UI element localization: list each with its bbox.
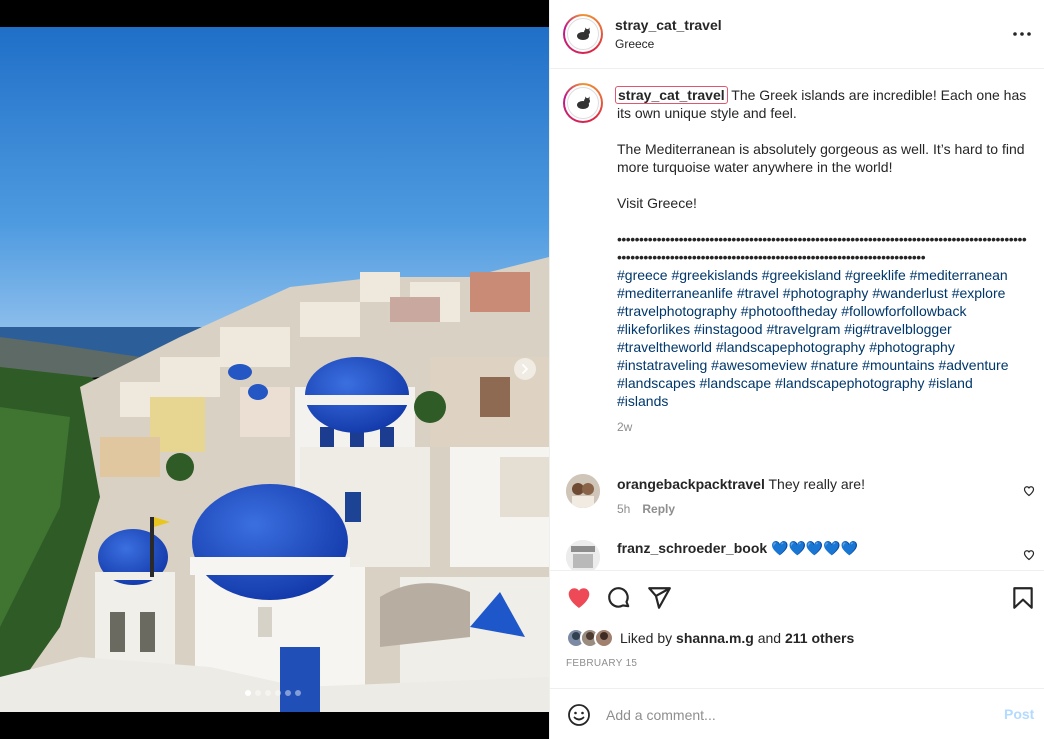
likes-summary: Liked by shanna.m.g and 211 others <box>566 626 854 650</box>
share-icon <box>646 587 672 615</box>
caption-avatar[interactable] <box>563 83 603 123</box>
hashtag-link[interactable]: #travel <box>737 285 779 301</box>
author-avatar[interactable] <box>563 14 603 54</box>
post-panel: stray_cat_travel Greece stray_cat_travel <box>549 0 1044 739</box>
comment-input[interactable] <box>606 703 986 727</box>
liker-username[interactable]: shanna.m.g <box>676 630 754 646</box>
commenter-username[interactable]: franz_schroeder_book <box>617 540 767 556</box>
likes-count[interactable]: 211 others <box>785 630 854 646</box>
hashtag-link[interactable]: #landscapes <box>617 375 696 391</box>
likes-connector: and <box>757 630 782 646</box>
carousel-indicators <box>245 690 301 696</box>
comment-icon <box>606 587 632 615</box>
likes-text[interactable]: Liked by shanna.m.g and 211 others <box>620 630 854 646</box>
post-media <box>0 0 549 739</box>
caption-paragraph: The Mediterranean is absolutely gorgeous… <box>617 141 1025 175</box>
hashtag-link[interactable]: #greece <box>617 267 668 283</box>
emoji-button[interactable] <box>567 703 591 727</box>
hashtag-link[interactable]: #travelphotography <box>617 303 737 319</box>
hashtag-link[interactable]: #explore <box>952 285 1006 301</box>
comments-scroll[interactable]: stray_cat_travel The Greek islands are i… <box>550 70 1044 570</box>
comment-text: 💙💙💙💙💙 <box>771 540 859 556</box>
hashtag-link[interactable]: #mountains <box>862 357 934 373</box>
heart-outline-icon <box>1023 548 1035 565</box>
carousel-dot <box>255 690 261 696</box>
post-comment-button[interactable]: Post <box>1004 706 1034 722</box>
hashtag-link[interactable]: #nature <box>811 357 858 373</box>
reply-button[interactable]: Reply <box>642 502 675 516</box>
hashtag-link[interactable]: #awesomeview <box>711 357 807 373</box>
save-button[interactable] <box>1010 585 1036 611</box>
post-location[interactable]: Greece <box>615 37 654 51</box>
hashtag-link[interactable]: #traveltheworld <box>617 339 712 355</box>
chevron-right-icon <box>520 364 530 374</box>
hashtag-link[interactable]: #landscapephotography <box>716 339 865 355</box>
hashtag-link[interactable]: #photography <box>869 339 955 355</box>
commenter-username[interactable]: orangebackpacktravel <box>617 476 765 492</box>
commenter-avatar[interactable] <box>566 474 600 508</box>
next-slide-button[interactable] <box>514 358 536 380</box>
comment-age: 5h <box>617 502 631 516</box>
post-header: stray_cat_travel Greece <box>550 0 1044 69</box>
comment-body: orangebackpacktravel They really are! <box>617 476 865 492</box>
hashtag-link[interactable]: #instatraveling <box>617 357 707 373</box>
share-button[interactable] <box>646 585 672 611</box>
hashtag-link[interactable]: #greeklife <box>845 267 906 283</box>
hashtag-link[interactable]: #mediterraneanlife <box>617 285 733 301</box>
hashtag-link[interactable]: #instagood <box>694 321 763 337</box>
hashtag-link[interactable]: #greekislands <box>671 267 757 283</box>
liker-avatar <box>594 628 614 648</box>
hashtag-link[interactable]: #adventure <box>938 357 1008 373</box>
comment-text: They really are! <box>768 476 865 492</box>
cat-logo-icon <box>577 27 590 40</box>
hashtag-link[interactable]: #ig#travelblogger <box>844 321 951 337</box>
comment-button[interactable] <box>606 585 632 611</box>
more-horizontal-icon <box>1011 29 1033 46</box>
caption-separator: ••••••••••••••••••••••••••••••••••••••••… <box>617 231 1027 265</box>
caption-username[interactable]: stray_cat_travel <box>615 86 728 104</box>
cat-logo-icon <box>577 96 590 109</box>
comment-meta: 5h Reply <box>617 502 675 516</box>
comment-composer: Post <box>550 688 1044 739</box>
like-comment-button[interactable] <box>1023 548 1035 561</box>
heart-filled-icon <box>566 588 592 615</box>
hashtag-link[interactable]: #greekisland <box>762 267 841 283</box>
caption-age: 2w <box>617 420 633 434</box>
hashtag-list: #greece #greekislands #greekisland #gree… <box>617 266 1027 410</box>
hashtag-link[interactable]: #travelgram <box>766 321 840 337</box>
caption-paragraph: Visit Greece! <box>617 195 697 211</box>
hashtag-link[interactable]: #islands <box>617 393 668 409</box>
bookmark-icon <box>1010 587 1036 615</box>
post-caption: stray_cat_travel The Greek islands are i… <box>615 86 1027 436</box>
hashtag-link[interactable]: #mediterranean <box>910 267 1008 283</box>
comment-body: franz_schroeder_book 💙💙💙💙💙 <box>617 540 858 557</box>
hashtag-link[interactable]: #likeforlikes <box>617 321 690 337</box>
carousel-dot <box>285 690 291 696</box>
carousel-dot <box>295 690 301 696</box>
carousel-dot <box>245 690 251 696</box>
emoji-icon <box>567 704 591 731</box>
hashtag-link[interactable]: #island <box>928 375 972 391</box>
hashtag-link[interactable]: #photography <box>783 285 869 301</box>
carousel-dot <box>265 690 271 696</box>
carousel-dot <box>275 690 281 696</box>
post-date: FEBRUARY 15 <box>566 658 638 669</box>
post-dialog: stray_cat_travel Greece stray_cat_travel <box>0 0 1044 739</box>
like-comment-button[interactable] <box>1023 484 1035 497</box>
author-username[interactable]: stray_cat_travel <box>615 17 722 33</box>
hashtag-link[interactable]: #landscapephotography <box>775 375 924 391</box>
post-photo[interactable] <box>0 27 549 712</box>
hashtag-link[interactable]: #followforfollowback <box>841 303 966 319</box>
like-button[interactable] <box>566 585 592 611</box>
heart-outline-icon <box>1023 484 1035 501</box>
hashtag-link[interactable]: #landscape <box>700 375 772 391</box>
commenter-avatar[interactable] <box>566 540 600 570</box>
hashtag-link[interactable]: #photooftheday <box>741 303 838 319</box>
post-actions: Liked by shanna.m.g and 211 others FEBRU… <box>550 570 1044 688</box>
likes-prefix: Liked by <box>620 630 673 646</box>
hashtag-link[interactable]: #wanderlust <box>872 285 948 301</box>
more-options-button[interactable] <box>1011 26 1033 42</box>
